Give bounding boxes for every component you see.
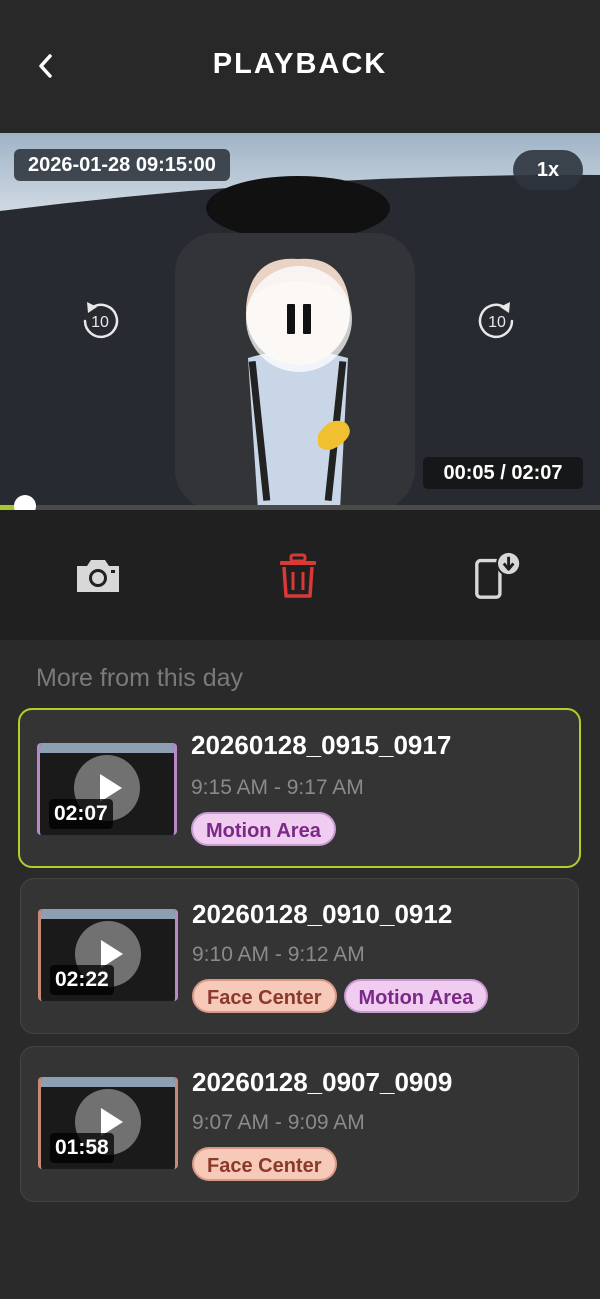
clip-card[interactable]: 02:22 20260128_0910_0912 9:10 AM - 9:12 … [20,878,579,1034]
clip-time: 9:07 AM - 9:09 AM [192,1111,365,1134]
timestamp-badge: 2026-01-28 09:15:00 [14,149,230,181]
clip-duration: 01:58 [50,1133,114,1163]
clip-thumbnail: 02:07 [37,743,177,835]
tag-face-center: Face Center [192,1147,337,1181]
action-toolbar [0,510,600,640]
camera-icon [77,560,119,592]
clip-name: 20260128_0910_0912 [192,899,453,929]
forward-10-button[interactable]: 10 [472,296,522,346]
tag-motion-area: Motion Area [343,979,489,1013]
section-title: More from this day [36,664,244,692]
page-title: PLAYBACK [212,48,388,80]
clip-card[interactable]: 02:07 20260128_0915_0917 9:15 AM - 9:17 … [18,708,581,868]
rewind-10-button[interactable]: 10 [75,296,125,346]
clip-name: 20260128_0907_0909 [192,1067,453,1097]
header: PLAYBACK [0,0,600,133]
pause-icon [283,304,315,334]
rewind-label: 10 [91,314,109,331]
clip-duration: 02:07 [49,799,113,829]
download-button[interactable] [472,550,524,602]
clip-card[interactable]: 01:58 20260128_0907_0909 9:07 AM - 9:09 … [20,1046,579,1202]
clip-time: 9:10 AM - 9:12 AM [192,943,365,966]
time-readout: 00:05 / 02:07 [423,457,583,489]
delete-button[interactable] [272,550,324,602]
speed-button[interactable]: 1x [513,150,583,190]
clip-time: 9:15 AM - 9:17 AM [191,776,364,799]
clip-thumbnail: 02:22 [38,909,178,1001]
clip-thumbnail: 01:58 [38,1077,178,1169]
clip-duration: 02:22 [50,965,114,995]
tag-motion-area: Motion Area [191,812,336,846]
forward-label: 10 [488,314,506,331]
snapshot-button[interactable] [72,550,124,602]
pause-button[interactable] [246,266,352,372]
trash-icon [280,553,316,598]
phone-download-icon [475,550,522,599]
tag-face-center: Face Center [192,979,337,1013]
clip-name: 20260128_0915_0917 [191,730,452,760]
